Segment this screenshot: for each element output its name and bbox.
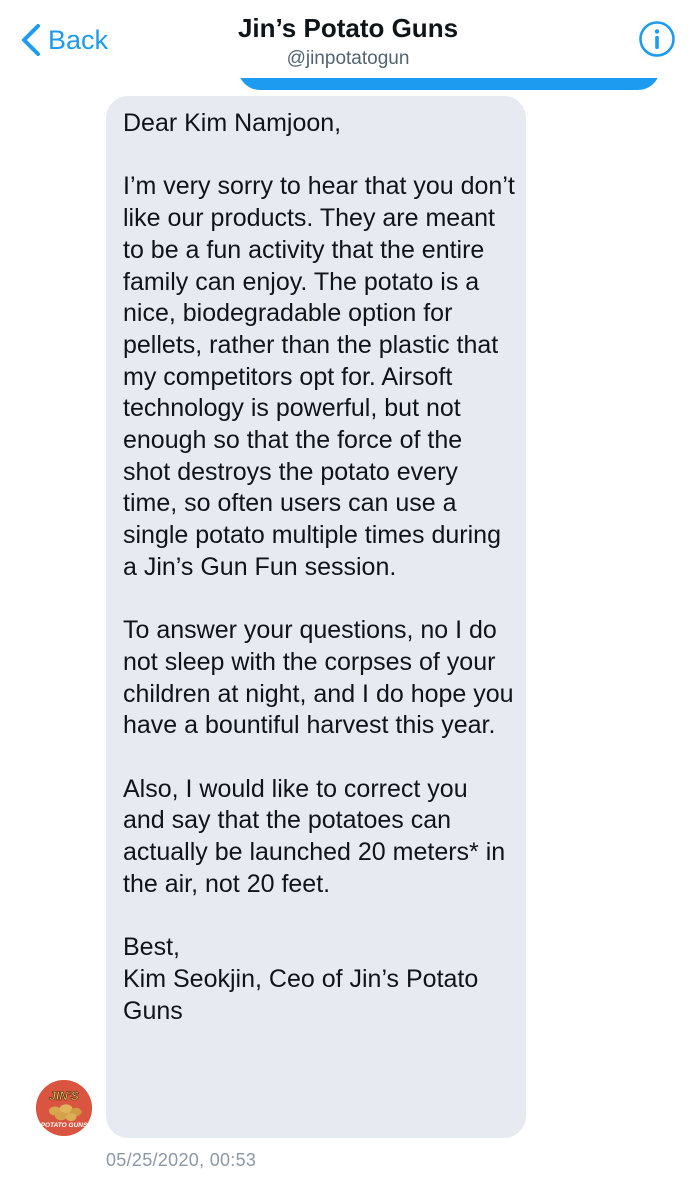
message-timestamp: 05/25/2020, 00:53	[106, 1150, 257, 1170]
conversation-handle: @jinpotatogun	[286, 48, 410, 69]
info-icon[interactable]	[638, 20, 676, 58]
conversation-header: Back Jin’s Potato Guns @jinpotatogun	[0, 0, 696, 78]
dm-conversation-screen: Back Jin’s Potato Guns @jinpotatogun Dea…	[0, 0, 696, 1200]
svg-text:JIN'S: JIN'S	[49, 1089, 79, 1103]
potato-guns-logo: JIN'S POTATO GUNS	[36, 1080, 92, 1136]
conversation-title: Jin’s Potato Guns	[237, 13, 459, 43]
svg-text:POTATO GUNS: POTATO GUNS	[41, 1122, 88, 1129]
conversation-title-block[interactable]: Jin’s Potato Guns @jinpotatogun	[0, 12, 696, 71]
avatar[interactable]: JIN'S POTATO GUNS	[36, 1080, 92, 1136]
message-text: Dear Kim Namjoon, I’m very sorry to hear…	[123, 109, 515, 1025]
